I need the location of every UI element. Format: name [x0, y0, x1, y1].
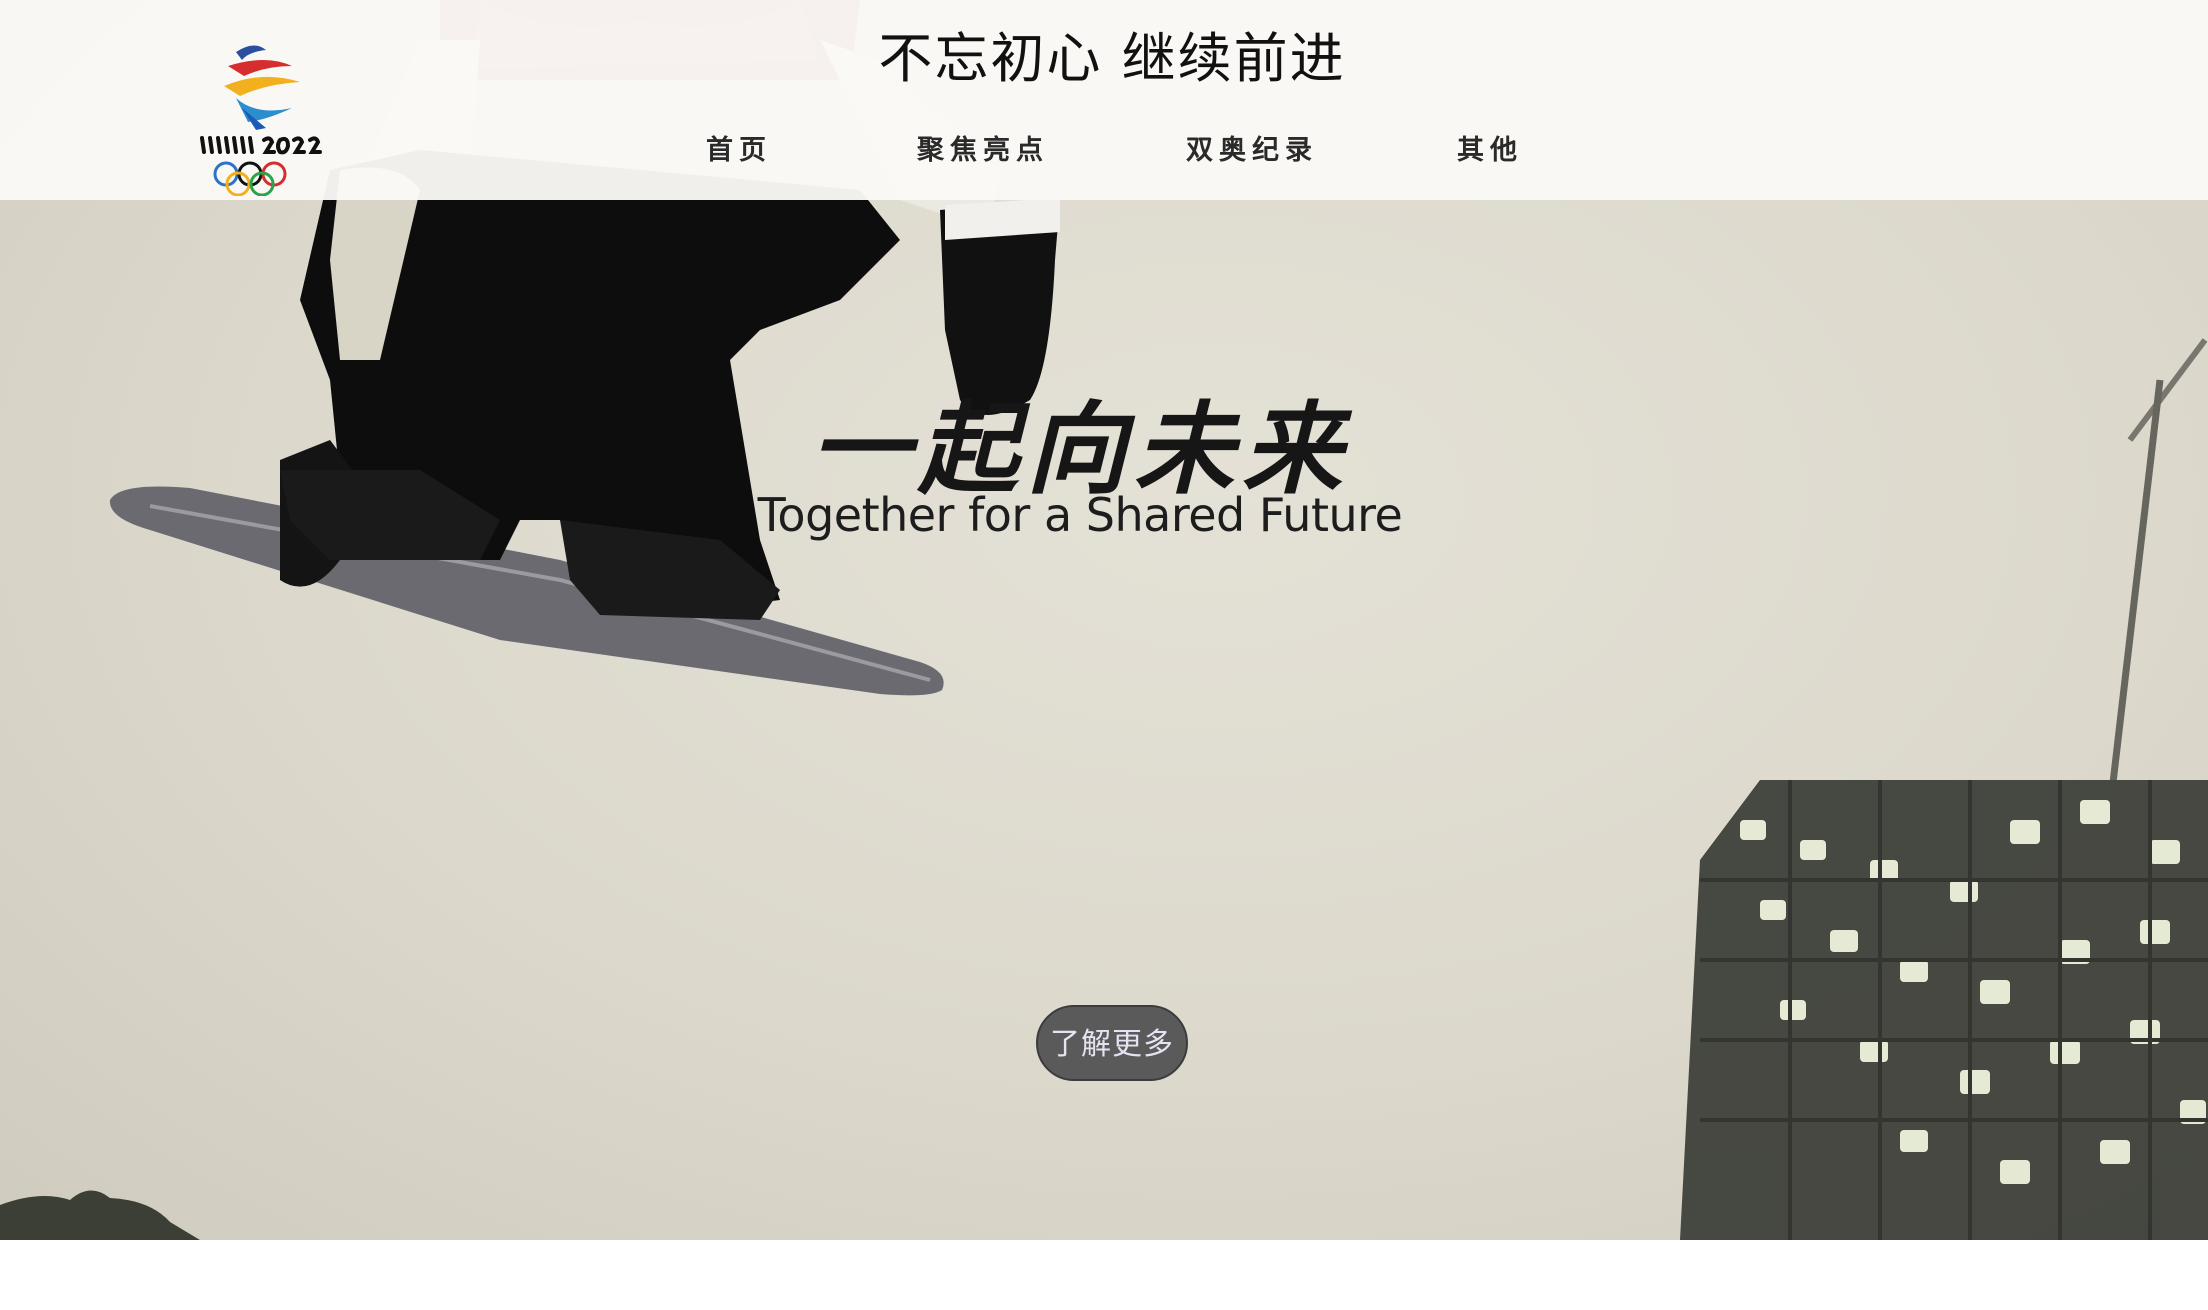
hero-subtitle: Together for a Shared Future	[757, 488, 1403, 542]
main-nav: 首页 聚焦亮点 双奥纪录 其他	[0, 128, 2208, 168]
nav-item-home[interactable]: 首页	[706, 128, 772, 167]
learn-more-button[interactable]: 了解更多	[1036, 1005, 1188, 1081]
nav-item-highlights[interactable]: 聚焦亮点	[917, 128, 1049, 167]
nav-item-dual-olympics[interactable]: 双奥纪录	[1186, 128, 1318, 167]
site-header: 不忘初心 继续前进 首页 聚焦亮点 双奥纪录 其他	[0, 0, 2208, 200]
trees	[0, 1190, 200, 1240]
nav-item-other[interactable]: 其他	[1457, 128, 1523, 167]
site-title: 不忘初心 继续前进	[878, 27, 1346, 90]
page: 一起向未来 Together for a Shared Future 了解更多	[0, 0, 2208, 1310]
